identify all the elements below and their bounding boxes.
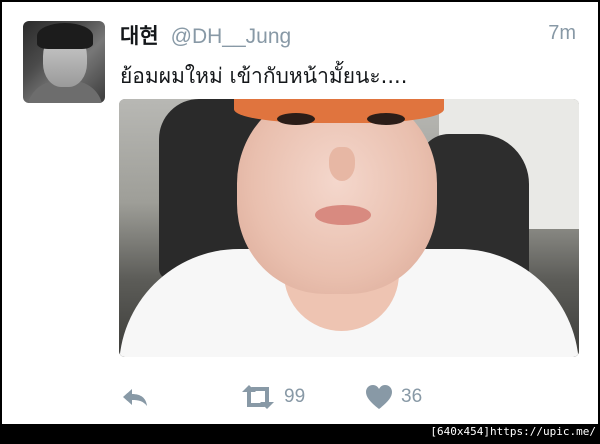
- retweet-count: 99: [284, 386, 306, 407]
- avatar[interactable]: [23, 21, 105, 103]
- like-button[interactable]: 36: [365, 382, 422, 412]
- photo-hair: [234, 99, 444, 123]
- avatar-hair: [37, 23, 93, 49]
- photo-nose: [329, 147, 355, 181]
- reply-button[interactable]: [120, 382, 150, 412]
- photo-eye-left: [277, 113, 315, 125]
- tweet-timestamp[interactable]: 7m: [548, 22, 576, 45]
- retweet-button[interactable]: 99: [240, 382, 305, 412]
- display-name[interactable]: 대현: [120, 20, 159, 50]
- like-count: 36: [401, 386, 423, 407]
- heart-icon: [365, 384, 393, 410]
- tweet-photo[interactable]: [119, 99, 579, 357]
- reply-icon: [120, 385, 150, 409]
- photo-mouth: [315, 205, 371, 225]
- screenshot-frame: 대현 @DH__Jung 7m ย้อมผมใหม่ เข้ากับหน้ามั…: [2, 2, 598, 424]
- upic-watermark: [640x454]https://upic.me/: [430, 425, 596, 438]
- tweet-actions: 99 36: [120, 382, 560, 412]
- photo-face: [237, 99, 437, 294]
- tweet-text: ย้อมผมใหม่ เข้ากับหน้ามั้ยนะ....: [120, 64, 408, 88]
- tweet-header: 대현 @DH__Jung: [120, 20, 291, 48]
- tweet-card[interactable]: 대현 @DH__Jung 7m ย้อมผมใหม่ เข้ากับหน้ามั…: [2, 2, 598, 424]
- photo-eye-right: [367, 113, 405, 125]
- retweet-icon: [240, 384, 276, 410]
- user-handle[interactable]: @DH__Jung: [171, 25, 292, 49]
